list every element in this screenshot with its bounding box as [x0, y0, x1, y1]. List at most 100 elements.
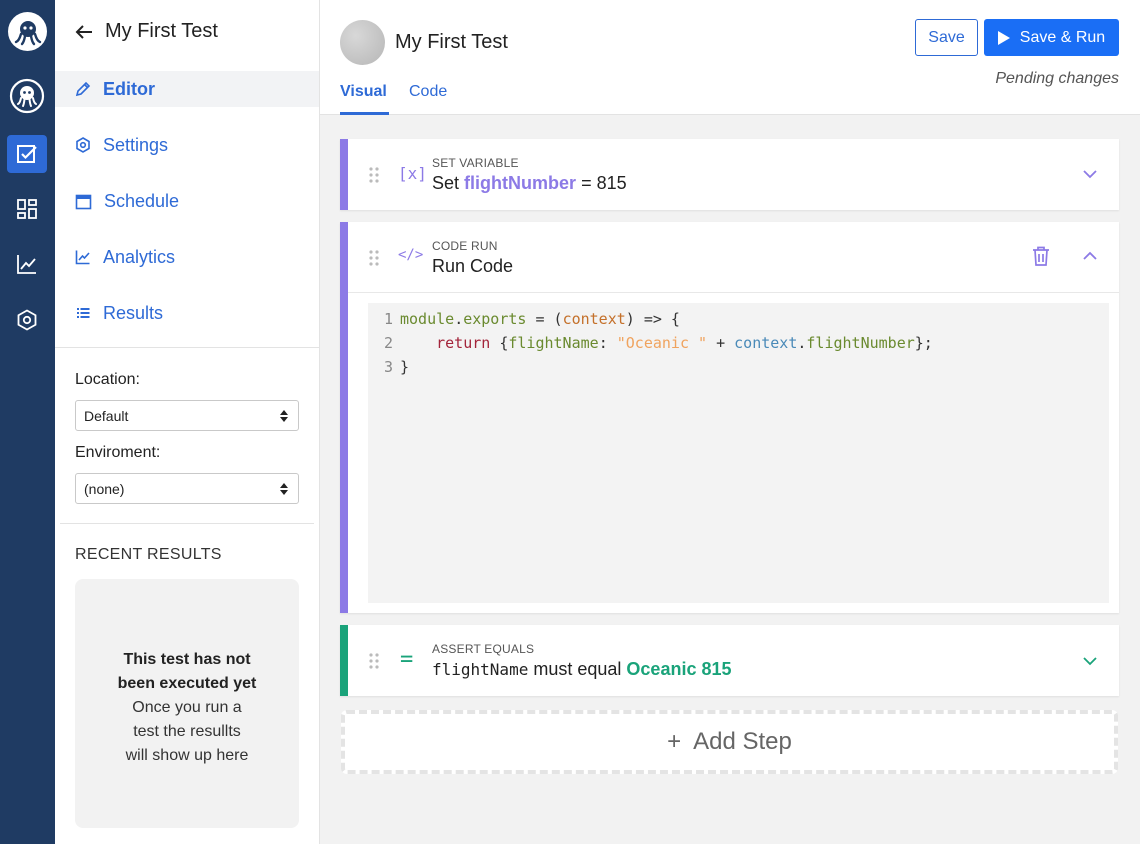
- sidebar-item-label: Results: [103, 302, 164, 323]
- rail-analytics-button[interactable]: [7, 245, 47, 283]
- code-line: 3 }: [368, 355, 1109, 379]
- line-number: 3: [383, 358, 393, 376]
- recent-results-empty: This test has not been executed yet Once…: [75, 579, 299, 828]
- sidebar-test-title: My First Test: [105, 20, 218, 42]
- location-label: Location:: [75, 371, 140, 388]
- sidebar-item-analytics[interactable]: Analytics: [55, 239, 319, 275]
- sidebar-item-results[interactable]: Results: [55, 295, 319, 331]
- sidebar-item-schedule[interactable]: Schedule: [55, 183, 319, 219]
- rail-settings-button[interactable]: [7, 301, 47, 339]
- rail-tests-button[interactable]: [7, 135, 47, 173]
- active-tab-indicator: [340, 112, 389, 115]
- trash-icon[interactable]: [1032, 246, 1050, 266]
- empty-text-line: will show up here: [125, 746, 249, 764]
- octopus-logo-icon: [14, 20, 41, 45]
- code-token: exports: [463, 310, 527, 328]
- arrow-left-icon: [75, 24, 92, 39]
- drag-handle-icon[interactable]: [369, 250, 379, 266]
- code-token: }: [400, 358, 410, 376]
- play-icon: [997, 30, 1010, 45]
- drag-handle-icon[interactable]: [369, 167, 379, 183]
- environment-select[interactable]: (none): [75, 473, 299, 504]
- test-avatar: [340, 20, 385, 65]
- step-code-run[interactable]: </> CODE RUN Run Code 1 module. exports =…: [340, 222, 1119, 613]
- add-step-button[interactable]: + Add Step: [341, 710, 1118, 774]
- recent-results-title: RECENT RESULTS: [75, 546, 222, 563]
- code-token: .: [797, 334, 807, 352]
- step-type: CODE RUN: [432, 239, 498, 253]
- code-token: .: [454, 310, 464, 328]
- octopus-circle-icon: [9, 78, 45, 114]
- line-number: 2: [383, 334, 393, 352]
- chevron-down-icon[interactable]: [1083, 657, 1097, 666]
- chevron-up-icon[interactable]: [1083, 251, 1097, 260]
- select-arrows-icon: [280, 482, 288, 495]
- code-token: return: [400, 334, 491, 352]
- code-token: +: [707, 334, 735, 352]
- code-token: context: [734, 334, 798, 352]
- code-token: "Oceanic ": [616, 334, 708, 352]
- app-logo[interactable]: [8, 12, 47, 51]
- code-token: context: [562, 310, 626, 328]
- select-arrows-icon: [280, 409, 288, 422]
- variable-icon: [x]: [398, 164, 427, 183]
- step-type: SET VARIABLE: [432, 156, 519, 170]
- sidebar-item-label: Editor: [103, 78, 155, 99]
- assert-operator: must equal: [533, 659, 622, 679]
- location-select[interactable]: Default: [75, 400, 299, 431]
- step-accent-bar: [340, 222, 348, 613]
- step-title: Run Code: [432, 256, 514, 276]
- settings-icon: [76, 137, 90, 153]
- empty-text-line: test the resullts: [133, 722, 241, 740]
- sidebar-nav: Editor Settings Schedule Analytics Resul…: [55, 71, 319, 351]
- chevron-down-icon[interactable]: [1083, 170, 1097, 179]
- sidebar-item-label: Schedule: [104, 190, 180, 211]
- step-divider: [348, 292, 1119, 293]
- pencil-icon: [75, 81, 91, 97]
- rail-home-button[interactable]: [7, 77, 47, 115]
- add-step-label: Add Step: [693, 728, 792, 755]
- code-token: module: [400, 310, 455, 328]
- variable-name: flightNumber: [464, 173, 577, 193]
- code-token: flightName: [508, 334, 599, 352]
- empty-text-line: Once you run a: [132, 698, 242, 716]
- sidebar-item-settings[interactable]: Settings: [55, 127, 319, 163]
- rail-dashboard-button[interactable]: [7, 190, 47, 228]
- empty-heading-line: This test has not: [123, 650, 251, 668]
- variable-value: 815: [596, 173, 627, 193]
- environment-value: (none): [84, 480, 125, 497]
- save-button[interactable]: Save: [915, 19, 978, 56]
- trend-chart-icon: [17, 255, 36, 274]
- step-assert-equals[interactable]: = ASSERT EQUALS flightName must equal Oc…: [340, 625, 1119, 696]
- code-icon: </>: [398, 247, 424, 263]
- tab-visual[interactable]: Visual: [340, 83, 387, 101]
- code-token: flightNumber: [806, 334, 915, 352]
- equals-icon: =: [400, 647, 414, 672]
- environment-label: Enviroment:: [75, 444, 161, 461]
- checkbox-icon: [17, 145, 37, 163]
- assign-operator: =: [581, 173, 592, 193]
- sidebar-divider: [55, 347, 319, 348]
- editor-header: My First Test Visual Code Save Save & Ru…: [320, 0, 1140, 115]
- calendar-icon: [75, 194, 92, 209]
- dashboard-icon: [17, 199, 37, 219]
- step-set-variable[interactable]: [x] SET VARIABLE Set flightNumber = 815: [340, 139, 1119, 210]
- sidebar-item-label: Settings: [103, 134, 169, 155]
- assert-subject: flightName: [432, 660, 529, 679]
- test-sidebar: My First Test Editor Settings Schedule A…: [55, 0, 320, 844]
- code-token: :: [598, 334, 617, 352]
- save-and-run-button[interactable]: Save & Run: [984, 19, 1119, 56]
- step-title-prefix: Set: [432, 173, 460, 193]
- sidebar-item-label: Analytics: [103, 246, 176, 267]
- code-editor[interactable]: 1 module. exports = (context) => { 2 retu…: [368, 303, 1109, 603]
- plus-icon: +: [667, 728, 682, 755]
- code-line: 1 module. exports = (context) => {: [368, 307, 1109, 331]
- drag-handle-icon[interactable]: [369, 653, 379, 669]
- step-title: Set flightNumber = 815: [432, 173, 627, 194]
- code-token: ) => {: [625, 310, 680, 328]
- sidebar-item-editor[interactable]: Editor: [55, 71, 319, 107]
- tab-code[interactable]: Code: [409, 83, 447, 101]
- back-link[interactable]: My First Test: [75, 20, 218, 43]
- step-accent-bar: [340, 625, 348, 696]
- location-value: Default: [84, 407, 129, 424]
